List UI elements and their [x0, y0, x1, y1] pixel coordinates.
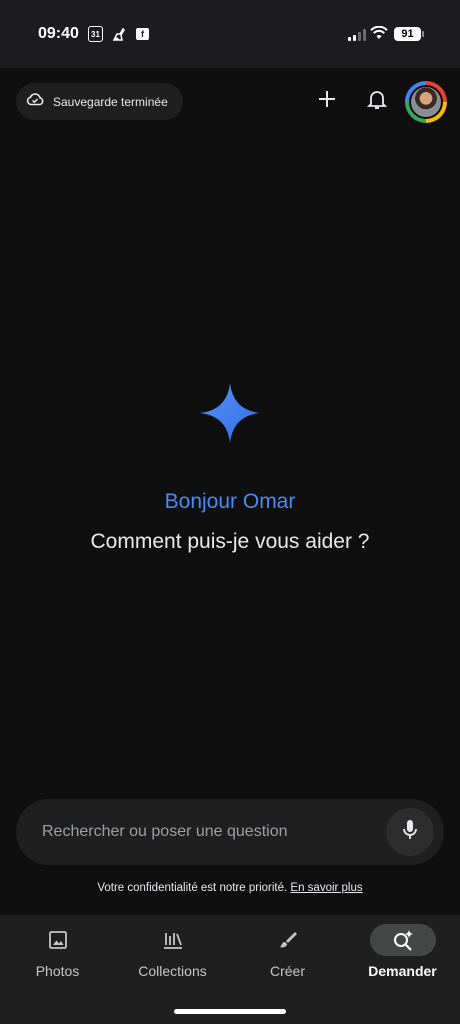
profile-photo: [409, 85, 443, 119]
cellular-signal-icon: [348, 29, 366, 41]
voice-search-button[interactable]: [386, 808, 434, 856]
learn-more-link[interactable]: En savoir plus: [290, 882, 362, 894]
nav-create-label: Créer: [269, 963, 305, 979]
backup-status-chip[interactable]: Sauvegarde terminée: [16, 83, 183, 120]
cloud-check-icon: [26, 92, 44, 111]
status-bar: 09:40 31 f 91: [0, 0, 460, 68]
notifications-button[interactable]: [362, 86, 392, 116]
battery-indicator: 91: [394, 27, 424, 41]
nav-collections[interactable]: Collections: [115, 915, 230, 995]
plus-icon: [317, 89, 337, 114]
brush-icon: [255, 924, 321, 956]
backup-status-label: Sauvegarde terminée: [53, 94, 168, 109]
flipboard-notification-icon: f: [136, 28, 149, 40]
nav-ask-label: Demander: [368, 963, 437, 979]
calendar-notification-icon: 31: [88, 26, 103, 42]
help-prompt-text: Comment puis-je vous aider ?: [90, 530, 370, 553]
home-indicator[interactable]: [174, 1009, 286, 1014]
collections-icon: [140, 924, 206, 956]
nav-collections-label: Collections: [138, 963, 207, 979]
nav-create[interactable]: Créer: [230, 915, 345, 995]
app-notification-icon: [111, 26, 127, 42]
ask-sparkle-search-icon: [369, 924, 436, 956]
greeting-text: Bonjour Omar: [164, 490, 296, 513]
bottom-navigation: Photos Collections Créer Demander: [0, 915, 460, 1024]
photo-icon: [25, 924, 91, 956]
account-avatar[interactable]: [405, 81, 447, 123]
privacy-text: Votre confidentialité est notre priorité…: [97, 882, 288, 894]
add-button[interactable]: [312, 86, 342, 116]
privacy-notice: Votre confidentialité est notre priorité…: [0, 882, 460, 894]
search-input[interactable]: [42, 821, 372, 843]
nav-photos[interactable]: Photos: [0, 915, 115, 995]
wifi-icon: [370, 25, 388, 45]
search-bar[interactable]: [16, 799, 444, 865]
nav-photos-label: Photos: [35, 963, 80, 979]
status-time: 09:40: [38, 25, 79, 42]
nav-ask[interactable]: Demander: [345, 915, 460, 995]
microphone-icon: [402, 819, 418, 846]
gemini-sparkle-icon: [200, 383, 260, 443]
bell-icon: [366, 88, 388, 115]
